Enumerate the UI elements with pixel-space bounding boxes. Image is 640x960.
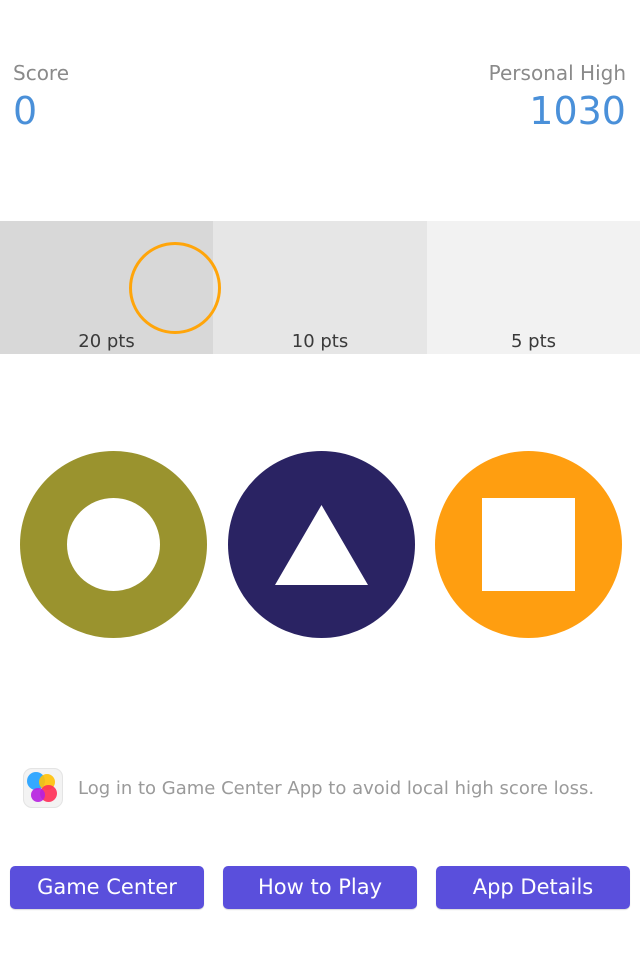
zone-label: 5 pts [510,331,557,352]
circle-icon [67,498,160,591]
circle-shape-button[interactable] [20,451,207,638]
score-label: Score [13,61,70,85]
zone-10-pts: 10 pts [213,221,427,354]
falling-target-ring [129,242,221,334]
app-details-button[interactable]: App Details [436,866,630,909]
high-score-value: 1030 [529,89,626,133]
triangle-icon [275,505,368,585]
high-score-label: Personal High [488,61,626,85]
score-value: 0 [13,89,38,133]
triangle-shape-button[interactable] [228,451,415,638]
zone-label: 10 pts [291,331,349,352]
game-center-button[interactable]: Game Center [10,866,204,909]
zone-5-pts: 5 pts [427,221,640,354]
scoring-zones: 20 pts 10 pts 5 pts [0,221,640,354]
game-center-message: Log in to Game Center App to avoid local… [78,777,595,799]
score-panel: Score 0 [13,60,69,134]
square-icon [482,498,575,591]
game-center-notice: Log in to Game Center App to avoid local… [23,768,594,808]
how-to-play-button[interactable]: How to Play [223,866,417,909]
square-shape-button[interactable] [435,451,622,638]
game-center-icon [23,768,63,808]
high-score-panel: Personal High 1030 [489,60,626,134]
